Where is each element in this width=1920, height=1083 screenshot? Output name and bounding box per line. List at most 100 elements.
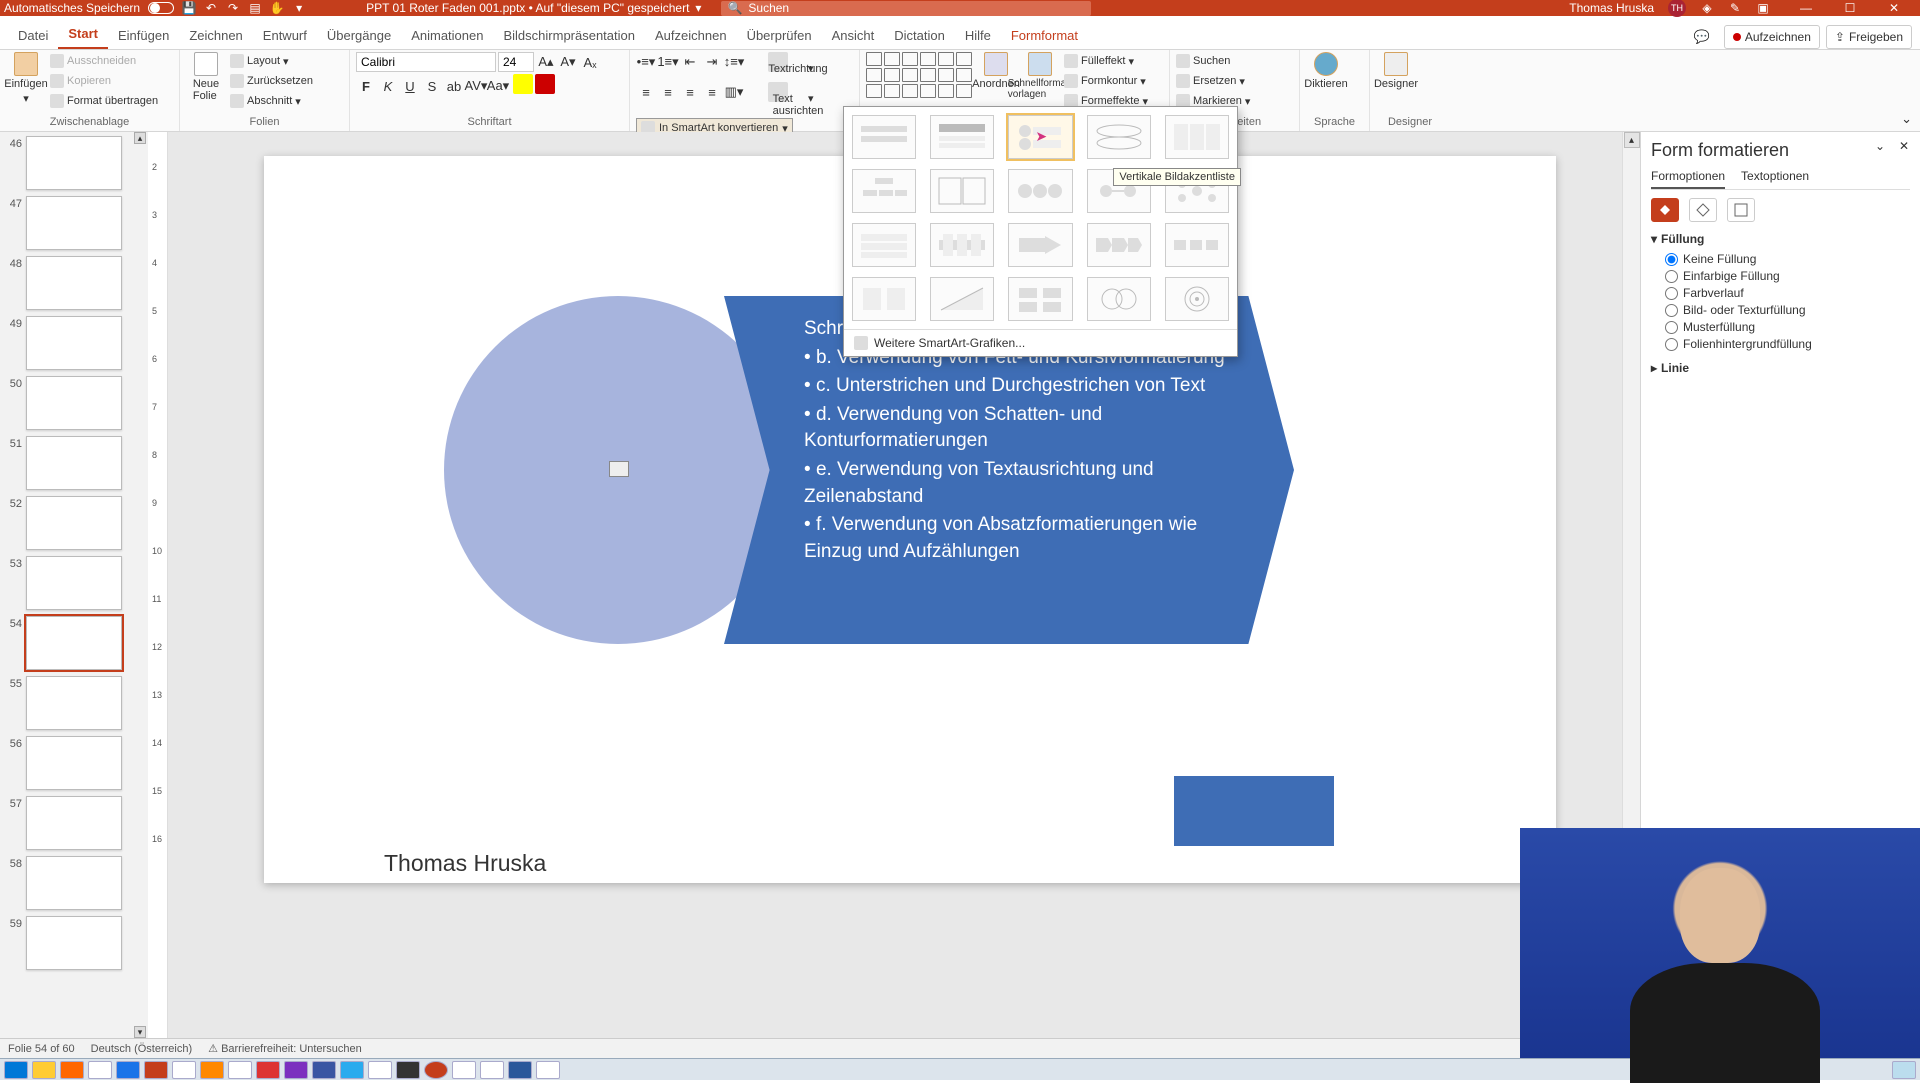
taskbar-vlc-icon[interactable] (200, 1061, 224, 1079)
indent-dec-button[interactable]: ⇤ (680, 52, 700, 72)
tab-ansicht[interactable]: Ansicht (822, 22, 885, 49)
thumbnail-slide[interactable]: 51 (2, 436, 146, 490)
smartart-option[interactable] (1087, 277, 1151, 321)
find-button[interactable]: Suchen (1176, 52, 1250, 70)
thumb-scrollbar[interactable]: ▴ ▾ (134, 132, 146, 1038)
smartart-option[interactable] (930, 223, 994, 267)
numbering-button[interactable]: 1≡▾ (658, 52, 678, 72)
taskbar-app-icon[interactable] (424, 1061, 448, 1079)
italic-button[interactable]: K (378, 76, 398, 96)
pane-tab-text[interactable]: Textoptionen (1741, 169, 1809, 189)
smartart-option[interactable] (852, 277, 916, 321)
tab-entwurf[interactable]: Entwurf (253, 22, 317, 49)
image-placeholder-icon[interactable] (609, 461, 629, 477)
taskbar-app-icon[interactable] (172, 1061, 196, 1079)
fill-option[interactable]: Keine Füllung (1665, 252, 1910, 266)
pane-options-icon[interactable]: ⌄ (1872, 138, 1888, 154)
highlight-button[interactable]: ✎ (510, 76, 530, 96)
shadow-button[interactable]: ab (444, 76, 464, 96)
user-avatar[interactable]: TH (1668, 0, 1686, 17)
pane-tab-form[interactable]: Formoptionen (1651, 169, 1725, 189)
clear-format-icon[interactable]: Aₓ (580, 52, 600, 72)
tab-zeichnen[interactable]: Zeichnen (179, 22, 252, 49)
taskbar-app-icon[interactable] (256, 1061, 280, 1079)
thumbnail-slide[interactable]: 57 (2, 796, 146, 850)
copy-button[interactable]: Kopieren (50, 72, 158, 90)
taskbar-telegram-icon[interactable] (340, 1061, 364, 1079)
smartart-option[interactable] (1087, 115, 1151, 159)
smartart-option[interactable] (1165, 277, 1229, 321)
smartart-option[interactable] (852, 223, 916, 267)
underline-button[interactable]: U (400, 76, 420, 96)
pane-close-icon[interactable]: ✕ (1896, 138, 1912, 154)
tab-uebergaenge[interactable]: Übergänge (317, 22, 401, 49)
align-right-button[interactable]: ≡ (680, 82, 700, 102)
start-button[interactable] (4, 1061, 28, 1079)
section-button[interactable]: Abschnitt▾ (230, 92, 313, 110)
grow-font-icon[interactable]: A▴ (536, 52, 556, 72)
bullets-button[interactable]: •≡▾ (636, 52, 656, 72)
comments-icon[interactable]: 💬 (1686, 25, 1718, 49)
fill-option[interactable]: Farbverlauf (1665, 286, 1910, 300)
tab-formformat[interactable]: Formformat (1001, 22, 1088, 49)
cut-button[interactable]: Ausschneiden (50, 52, 158, 70)
slide-canvas[interactable]: 2345678910111213141516 Vertikale Bildakz… (148, 132, 1622, 1038)
accessibility-status[interactable]: ⚠ Barrierefreiheit: Untersuchen (208, 1042, 362, 1055)
align-center-button[interactable]: ≡ (658, 82, 678, 102)
more-qat-icon[interactable]: ▾ (292, 1, 306, 15)
line-section-header[interactable]: ▸ Linie (1651, 361, 1910, 375)
thumbnail-slide[interactable]: 54 (2, 616, 146, 670)
tab-datei[interactable]: Datei (8, 22, 58, 49)
smartart-option[interactable] (852, 169, 916, 213)
smartart-option[interactable] (1008, 277, 1072, 321)
taskbar-visio-icon[interactable] (312, 1061, 336, 1079)
format-painter-button[interactable]: Format übertragen (50, 92, 158, 110)
fill-tab-icon[interactable] (1651, 198, 1679, 222)
language-status[interactable]: Deutsch (Österreich) (91, 1043, 192, 1055)
case-button[interactable]: Aa▾ (488, 76, 508, 96)
thumb-scroll-down-icon[interactable]: ▾ (134, 1026, 146, 1038)
tab-hilfe[interactable]: Hilfe (955, 22, 1001, 49)
tab-bildschirm[interactable]: Bildschirmpräsentation (493, 22, 645, 49)
strike-button[interactable]: S (422, 76, 442, 96)
quickstyles-button[interactable]: Schnellformat- vorlagen (1020, 52, 1060, 100)
smartart-option[interactable] (1008, 223, 1072, 267)
autosave-toggle[interactable] (148, 2, 174, 14)
layout-button[interactable]: Layout▾ (230, 52, 313, 70)
smartart-option[interactable] (852, 115, 916, 159)
shape-rectangle[interactable] (1174, 776, 1334, 846)
taskbar-chrome-icon[interactable] (88, 1061, 112, 1079)
taskbar-powerpoint-icon[interactable] (144, 1061, 168, 1079)
shrink-font-icon[interactable]: A▾ (558, 52, 578, 72)
maximize-icon[interactable]: ☐ (1828, 0, 1872, 16)
spacing-button[interactable]: AV▾ (466, 76, 486, 96)
fill-option[interactable]: Einfarbige Füllung (1665, 269, 1910, 283)
font-size-input[interactable] (498, 52, 534, 72)
align-justify-button[interactable]: ≡ (702, 82, 722, 102)
taskbar-app-icon[interactable] (368, 1061, 392, 1079)
taskbar-word-icon[interactable] (508, 1061, 532, 1079)
smartart-option[interactable] (1165, 115, 1229, 159)
thumbnail-slide[interactable]: 46 (2, 136, 146, 190)
indent-inc-button[interactable]: ⇥ (702, 52, 722, 72)
touch-icon[interactable]: ✋ (270, 1, 284, 15)
tab-aufzeichnen[interactable]: Aufzeichnen (645, 22, 737, 49)
taskbar-app-icon[interactable] (536, 1061, 560, 1079)
tray-weather-icon[interactable] (1892, 1061, 1916, 1079)
columns-button[interactable]: ▥▾ (724, 82, 744, 102)
font-name-input[interactable] (356, 52, 496, 72)
shape-fill-button[interactable]: Fülleffekt▾ (1064, 52, 1148, 70)
align-left-button[interactable]: ≡ (636, 82, 656, 102)
font-color-button[interactable]: A (532, 76, 552, 96)
thumbnail-slide[interactable]: 58 (2, 856, 146, 910)
thumbnail-slide[interactable]: 47 (2, 196, 146, 250)
effects-tab-icon[interactable] (1689, 198, 1717, 222)
thumbnail-slide[interactable]: 50 (2, 376, 146, 430)
taskbar-explorer-icon[interactable] (32, 1061, 56, 1079)
record-button[interactable]: Aufzeichnen (1724, 25, 1820, 49)
diamond-icon[interactable]: ◈ (1700, 1, 1714, 15)
designer-button[interactable]: Designer (1376, 52, 1416, 90)
window-icon[interactable]: ▣ (1756, 1, 1770, 15)
close-icon[interactable]: ✕ (1872, 0, 1916, 16)
fill-option[interactable]: Musterfüllung (1665, 320, 1910, 334)
